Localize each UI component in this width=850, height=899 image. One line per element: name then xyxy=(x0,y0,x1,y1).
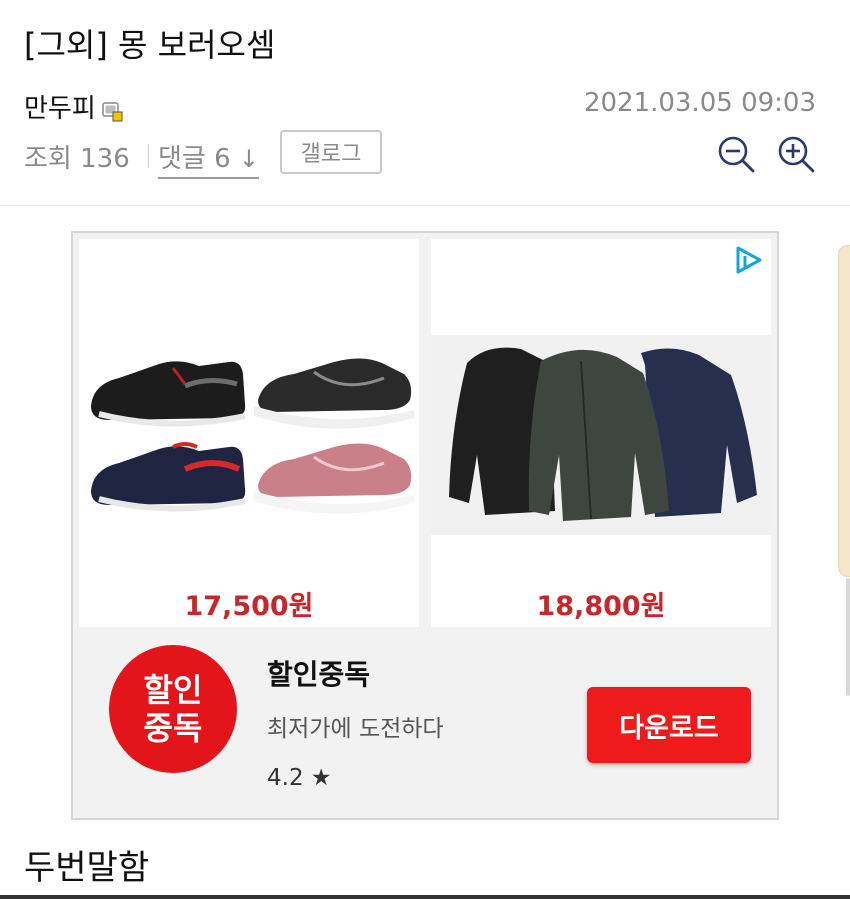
app-name: 할인중독 xyxy=(267,658,371,691)
app-logo-line: 할인 xyxy=(143,671,203,709)
zoom-in-icon[interactable] xyxy=(776,134,816,174)
ad-product-jackets[interactable]: 18,800원 xyxy=(431,239,771,627)
zoom-out-icon[interactable] xyxy=(716,134,756,174)
ad-choices-icon[interactable] xyxy=(733,245,763,275)
meta-row: 조회 136 댓글 6 ↓ 갤로그 xyxy=(24,130,816,180)
author-row: 만두피 2021.03.05 09:03 xyxy=(24,88,816,124)
gallog-button[interactable]: 갤로그 xyxy=(280,130,382,174)
post-body-text: 두번말함 xyxy=(24,848,150,888)
app-description: 최저가에 도전하다 xyxy=(267,716,444,742)
sneakers-image xyxy=(91,358,414,514)
ad-banner[interactable]: 17,500원 18,800원 할인 중독 할인중독 최저가에 도전하다 4.2… xyxy=(71,231,779,820)
bottom-divider xyxy=(0,895,850,899)
author-name[interactable]: 만두피 xyxy=(24,88,96,125)
meta-divider xyxy=(148,144,149,168)
author[interactable]: 만두피 xyxy=(24,88,124,125)
member-badge-icon xyxy=(102,99,124,121)
ad-product-sneakers[interactable]: 17,500원 xyxy=(79,239,419,627)
comment-count: 댓글 6 xyxy=(158,144,231,174)
scrollbar[interactable] xyxy=(846,578,850,696)
header-divider xyxy=(0,205,850,206)
app-logo-line: 중독 xyxy=(143,709,203,747)
download-button[interactable]: 다운로드 xyxy=(587,687,751,763)
post-title: [그외] 몽 보러오셈 xyxy=(24,26,276,64)
app-logo[interactable]: 할인 중독 xyxy=(109,645,237,773)
app-rating: 4.2 ★ xyxy=(267,765,332,791)
product-price: 18,800원 xyxy=(536,591,666,622)
post-date: 2021.03.05 09:03 xyxy=(583,88,816,118)
comment-count-link[interactable]: 댓글 6 ↓ xyxy=(158,138,260,179)
view-count: 조회 136 xyxy=(24,144,130,174)
product-price: 17,500원 xyxy=(184,591,314,622)
scroll-handle[interactable] xyxy=(838,245,850,577)
jackets-image xyxy=(431,335,771,535)
arrow-down-icon: ↓ xyxy=(238,145,260,173)
